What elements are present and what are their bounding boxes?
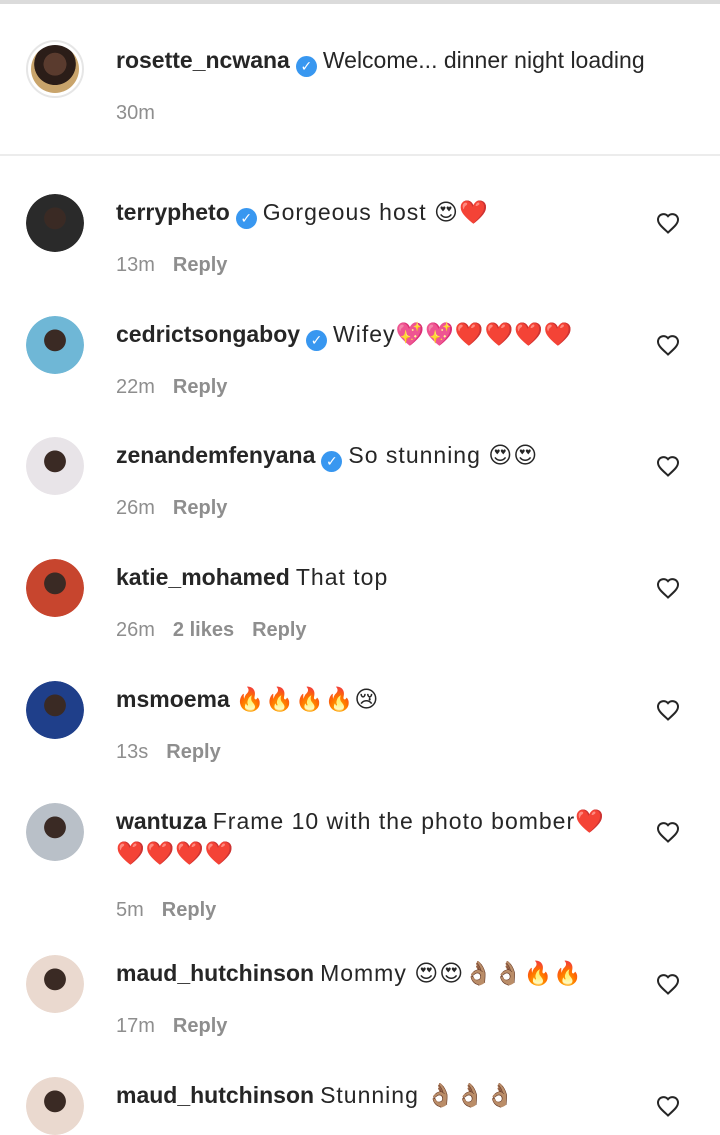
commenter-avatar[interactable]: [26, 316, 84, 374]
comment-time: 22m: [116, 376, 155, 398]
comment-line: katie_mohamed That top: [116, 561, 656, 593]
heart-outline-icon[interactable]: [656, 821, 680, 843]
heart-outline-icon[interactable]: [656, 334, 680, 356]
comment-username[interactable]: wantuza: [116, 808, 207, 834]
comment-username[interactable]: zenandemfenyana: [116, 442, 315, 468]
reply-button[interactable]: Reply: [252, 619, 306, 641]
caption-meta: 30m: [116, 100, 173, 126]
comment-time: 17m: [116, 1015, 155, 1037]
comment-line: msmoema 🔥🔥🔥🔥😢: [116, 683, 656, 715]
comment-line: zenandemfenyana ✓ So stunning 😍😍: [116, 439, 656, 472]
comment-text: That top: [295, 564, 389, 590]
commenter-avatar[interactable]: [26, 681, 84, 739]
comment-text: Stunning 👌🏽👌🏽👌🏽: [320, 1082, 516, 1108]
comment-meta: 13m Reply: [116, 252, 245, 278]
commenter-avatar[interactable]: [26, 559, 84, 617]
post-caption: rosette_ncwana ✓ Welcome... dinner night l…: [0, 4, 720, 154]
comment-line: maud_hutchinson Stunning 👌🏽👌🏽👌🏽: [116, 1079, 656, 1111]
commenter-avatar[interactable]: [26, 955, 84, 1013]
caption-time: 30m: [116, 102, 155, 124]
reply-button[interactable]: Reply: [173, 376, 227, 398]
commenter-avatar[interactable]: [26, 194, 84, 252]
verified-badge-icon: ✓: [321, 451, 343, 472]
commenter-avatar[interactable]: [26, 803, 84, 861]
comment-text: 🔥🔥🔥🔥😢: [235, 686, 380, 712]
heart-outline-icon[interactable]: [656, 577, 680, 599]
comment-text: So stunning 😍😍: [348, 442, 539, 468]
comment-meta: 26m Reply: [116, 495, 245, 521]
comment-username[interactable]: cedrictsongaboy: [116, 321, 300, 347]
comment-meta: 17m Reply: [116, 1013, 245, 1039]
reply-button[interactable]: Reply: [173, 254, 227, 276]
comment-username[interactable]: maud_hutchinson: [116, 1082, 314, 1108]
comment-meta: 13s Reply: [116, 739, 239, 765]
comment-username[interactable]: maud_hutchinson: [116, 960, 314, 986]
caption-divider: [0, 154, 720, 156]
comment-line: terrypheto ✓ Gorgeous host 😍❤️: [116, 196, 656, 229]
comment-likes-count[interactable]: 2 likes: [173, 619, 234, 641]
comment-meta: 26m 2 likes Reply: [116, 617, 325, 643]
comment-time: 26m: [116, 497, 155, 519]
comment-meta: 22m Reply: [116, 374, 245, 400]
comment-time: 26m: [116, 619, 155, 641]
comment-username[interactable]: terrypheto: [116, 199, 230, 225]
comment-text: Gorgeous host 😍❤️: [262, 199, 489, 225]
reply-button[interactable]: Reply: [162, 899, 216, 921]
comment-meta: 5m Reply: [116, 897, 234, 923]
comment-username[interactable]: katie_mohamed: [116, 564, 290, 590]
reply-button[interactable]: Reply: [173, 1015, 227, 1037]
verified-badge-icon: ✓: [306, 330, 328, 351]
reply-button[interactable]: Reply: [166, 741, 220, 763]
commenter-avatar[interactable]: [26, 1077, 84, 1135]
commenter-avatar[interactable]: [26, 437, 84, 495]
caption-username[interactable]: rosette_ncwana: [116, 47, 290, 73]
heart-outline-icon[interactable]: [656, 973, 680, 995]
comment-line: wantuza Frame 10 with the photo bomber❤️❤…: [116, 805, 616, 869]
comment-time: 13s: [116, 741, 149, 763]
heart-outline-icon[interactable]: [656, 1095, 680, 1117]
caption-text: Welcome... dinner night loading: [322, 47, 645, 73]
heart-outline-icon[interactable]: [656, 455, 680, 477]
verified-badge-icon: ✓: [235, 208, 257, 229]
comment-time: 5m: [116, 899, 144, 921]
comment-text: Wifey💖💖❤️❤️❤️❤️: [333, 321, 574, 347]
comment-line: maud_hutchinson Mommy 😍😍👌🏽👌🏽🔥🔥: [116, 957, 656, 989]
comment-username[interactable]: msmoema: [116, 686, 230, 712]
comment-text: Mommy 😍😍👌🏽👌🏽🔥🔥: [320, 960, 583, 986]
heart-outline-icon[interactable]: [656, 699, 680, 721]
heart-outline-icon[interactable]: [656, 212, 680, 234]
caption-line: rosette_ncwana ✓ Welcome... dinner night l…: [116, 44, 656, 77]
verified-badge-icon: ✓: [295, 56, 317, 77]
comment-time: 13m: [116, 254, 155, 276]
caption-author-avatar[interactable]: [26, 40, 84, 98]
reply-button[interactable]: Reply: [173, 497, 227, 519]
comment-line: cedrictsongaboy ✓ Wifey💖💖❤️❤️❤️❤️: [116, 318, 656, 351]
